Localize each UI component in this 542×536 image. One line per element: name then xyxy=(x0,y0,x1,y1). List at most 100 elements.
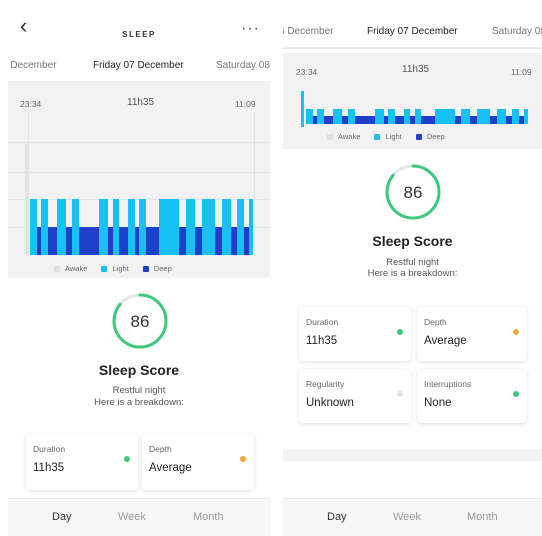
duration-card[interactable]: Duration 11h35 xyxy=(26,434,138,490)
date-selector: 6 December Friday 07 December Saturday 0… xyxy=(8,52,270,82)
interruptions-card[interactable]: Interruptions None xyxy=(417,369,527,423)
tab-week[interactable]: Week xyxy=(118,511,146,523)
card-value: Average xyxy=(424,335,467,347)
hypnogram-segment-light xyxy=(523,109,528,124)
hypnogram-segment-light xyxy=(237,199,245,255)
hypnogram-segment-light xyxy=(201,199,216,255)
hypnogram-segment-deep xyxy=(421,116,435,124)
hypnogram-segment-light xyxy=(403,109,411,124)
legend-light-swatch xyxy=(374,134,381,141)
legend-awake-swatch xyxy=(54,266,60,273)
hypnogram-segment-light xyxy=(306,109,313,124)
depth-card[interactable]: Depth Average xyxy=(142,434,254,490)
card-value: 11h35 xyxy=(33,462,65,474)
card-label: Regularity xyxy=(306,379,345,389)
depth-card[interactable]: Depth Average xyxy=(417,307,527,361)
hypnogram-segment-light xyxy=(248,199,253,255)
hypnogram-segment-light xyxy=(186,199,195,255)
tab-month[interactable]: Month xyxy=(193,511,224,523)
status-dot-icon xyxy=(397,329,403,335)
date-current[interactable]: Friday 07 December xyxy=(93,60,184,71)
hypnogram-segment-deep xyxy=(79,227,100,255)
hypnogram-segment-deep xyxy=(145,227,160,255)
screen-divider xyxy=(270,0,283,536)
sleep-score-title: Sleep Score xyxy=(372,233,453,249)
hypnogram-segment-light xyxy=(414,109,422,124)
card-label: Interruptions xyxy=(424,379,472,389)
date-current[interactable]: Friday 07 December xyxy=(367,26,458,37)
legend-deep-swatch xyxy=(142,266,149,273)
hypnogram-segment-deep xyxy=(454,116,462,124)
hypnogram-segment-light xyxy=(476,109,491,124)
hypnogram-segment-deep xyxy=(341,116,349,124)
hypnogram-segment-light xyxy=(461,109,471,124)
chart-gridline xyxy=(8,142,270,143)
legend-deep-label: Deep xyxy=(426,132,445,141)
chart-gridline xyxy=(8,172,270,173)
legend-light-swatch xyxy=(101,266,108,273)
hypnogram-segment-deep xyxy=(119,227,129,255)
hypnogram-segment-light xyxy=(434,109,455,124)
hypnogram-segment-light xyxy=(56,199,66,255)
date-selector: 6 December Friday 07 December Saturday 0… xyxy=(283,18,542,48)
hypnogram-segment-light xyxy=(512,109,520,124)
sleep-chart: 23:34 11h35 11:09 Awake Light Deep xyxy=(8,82,270,278)
chart-legend: Awake Light Deep xyxy=(42,264,172,273)
hypnogram-segment-light xyxy=(374,109,384,124)
chart-legend: Awake Light Deep xyxy=(315,132,445,141)
date-prev[interactable]: 6 December xyxy=(8,60,56,71)
status-dot-icon xyxy=(124,456,130,462)
section-divider xyxy=(283,449,542,461)
tab-week[interactable]: Week xyxy=(393,511,421,523)
chart-end-time: 11:09 xyxy=(511,67,532,77)
date-prev[interactable]: 6 December xyxy=(283,26,333,37)
period-tabbar: Day Week Month xyxy=(283,498,542,536)
hypnogram-segment-deep xyxy=(65,227,73,255)
sleep-score-breakdown-label: Here is a breakdown: xyxy=(367,268,458,279)
sleep-chart: 23:34 11h35 11:09 Awake Light Deep xyxy=(283,53,542,149)
hypnogram-segment-light xyxy=(41,199,48,255)
hypnogram-segment-light xyxy=(317,109,324,124)
legend-light-label: Light xyxy=(385,132,402,141)
regularity-card[interactable]: Regularity Unknown xyxy=(299,369,411,423)
sleep-score-value: 86 xyxy=(403,183,423,202)
hypnogram-segment-light xyxy=(72,199,80,255)
legend-awake-label: Awake xyxy=(65,264,88,273)
sleep-score-summary: Restful night xyxy=(112,385,166,396)
chart-end-time: 11:09 xyxy=(235,99,256,109)
hypnogram-segment-light xyxy=(99,199,109,255)
hypnogram-segment-deep xyxy=(215,227,222,255)
hypnogram-segment-deep xyxy=(230,227,238,255)
more-options-icon[interactable]: ··· xyxy=(241,21,260,37)
sleep-score-breakdown-label: Here is a breakdown: xyxy=(94,397,184,408)
tab-day[interactable]: Day xyxy=(327,511,347,523)
card-label: Depth xyxy=(424,317,447,327)
hypnogram-segment-deep xyxy=(179,227,187,255)
hypnogram-segment-light xyxy=(128,199,135,255)
chart-duration: 11h35 xyxy=(127,97,155,108)
date-divider xyxy=(283,48,542,49)
date-next[interactable]: Saturday 08 xyxy=(216,60,270,71)
date-next[interactable]: Saturday 08 xyxy=(492,26,542,37)
card-value: Average xyxy=(149,462,192,474)
hypnogram-segment-light xyxy=(221,199,231,255)
hypnogram-segment-light xyxy=(159,199,180,255)
legend-awake-swatch xyxy=(327,134,333,141)
hypnogram-segment-deep xyxy=(47,227,57,255)
chart-start-time: 23:34 xyxy=(296,67,318,77)
tab-day[interactable]: Day xyxy=(52,511,72,523)
hypnogram-segment-deep xyxy=(394,116,404,124)
duration-card[interactable]: Duration 11h35 xyxy=(299,307,411,361)
hypnogram-segment-light xyxy=(139,199,146,255)
left-phone-screen: ‹ SLEEP ··· 6 December Friday 07 Decembe… xyxy=(8,0,270,536)
page-title: SLEEP xyxy=(122,30,156,39)
hypnogram-segment-light xyxy=(388,109,395,124)
card-value: 11h35 xyxy=(306,335,338,347)
legend-deep-swatch xyxy=(415,134,422,141)
tab-month[interactable]: Month xyxy=(467,511,498,523)
period-tabbar: Day Week Month xyxy=(8,498,270,536)
sleep-score-value: 86 xyxy=(130,312,150,331)
chart-start-time: 23:34 xyxy=(20,99,42,109)
chart-axis-line xyxy=(28,112,29,257)
chart-axis-line xyxy=(254,112,255,257)
